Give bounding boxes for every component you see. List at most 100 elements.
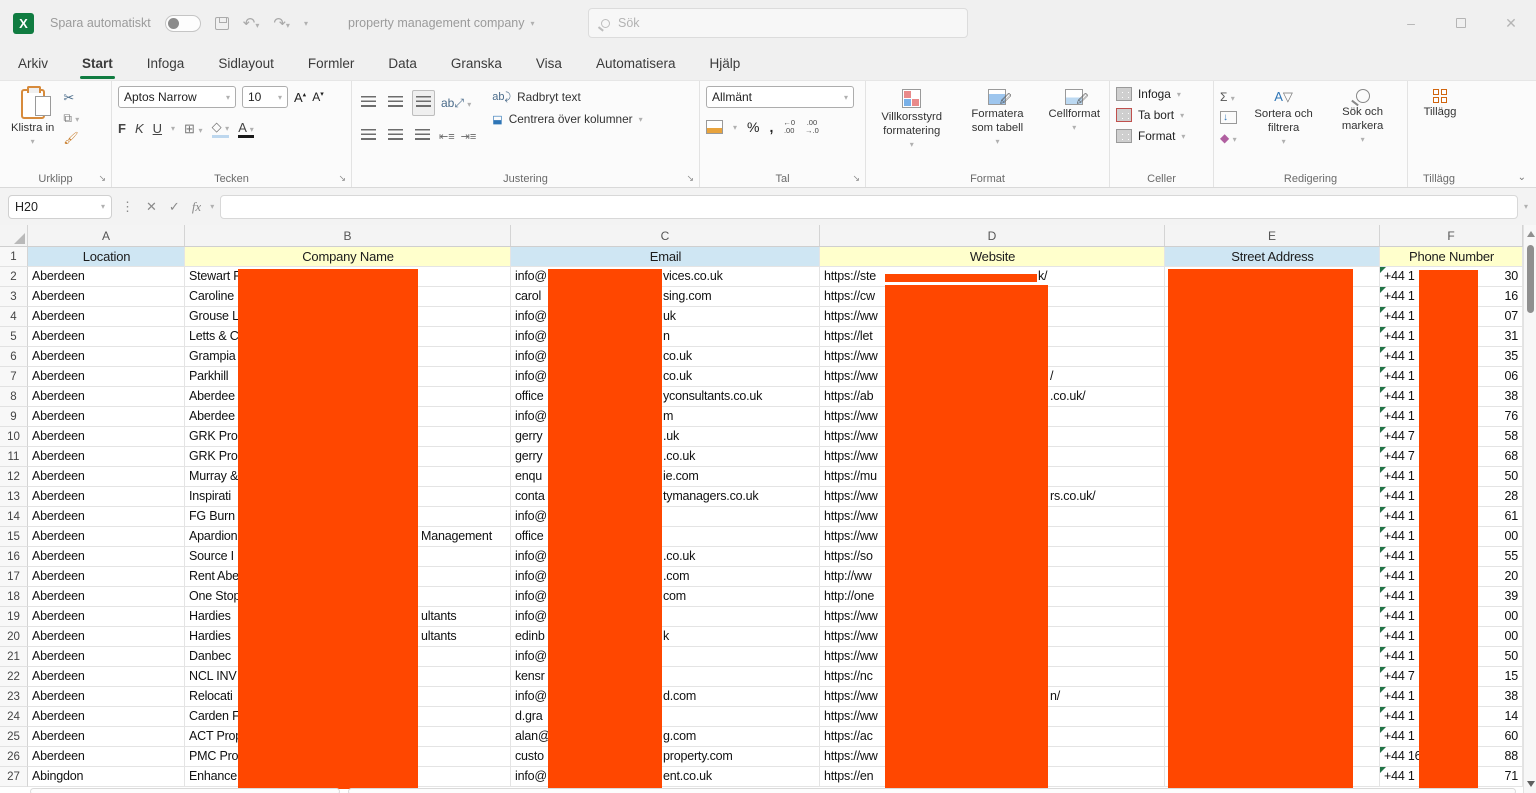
cell-A10[interactable]: Aberdeen xyxy=(28,427,185,447)
paste-button[interactable]: Klistra in▾ xyxy=(6,86,59,169)
row-header-20[interactable]: 20 xyxy=(0,627,28,647)
merge-center-button[interactable]: ⬓ Centrera över kolumner▾ xyxy=(492,112,642,126)
column-header-A[interactable]: A xyxy=(28,225,185,246)
align-center-icon[interactable] xyxy=(385,124,406,148)
tab-hjälp[interactable]: Hjälp xyxy=(708,50,743,77)
row-header-7[interactable]: 7 xyxy=(0,367,28,387)
row-header-4[interactable]: 4 xyxy=(0,307,28,327)
save-icon[interactable] xyxy=(215,17,229,30)
cell-A25[interactable]: Aberdeen xyxy=(28,727,185,747)
format-painter-icon[interactable]: 🖌 xyxy=(63,131,79,145)
cell-A11[interactable]: Aberdeen xyxy=(28,447,185,467)
clear-icon[interactable]: ◆ ▾ xyxy=(1220,131,1237,145)
row-header-23[interactable]: 23 xyxy=(0,687,28,707)
tab-arkiv[interactable]: Arkiv xyxy=(16,50,50,77)
copy-icon[interactable]: ⧉ ▾ xyxy=(63,111,79,126)
name-box[interactable]: H20▾ xyxy=(8,195,112,219)
row-header-1[interactable]: 1 xyxy=(0,247,28,267)
autosave-toggle[interactable] xyxy=(165,15,201,32)
row-header-6[interactable]: 6 xyxy=(0,347,28,367)
select-all-corner[interactable] xyxy=(0,225,28,246)
formula-input[interactable] xyxy=(220,195,1518,219)
fill-icon[interactable]: ↓ xyxy=(1220,111,1237,124)
row-header-21[interactable]: 21 xyxy=(0,647,28,667)
align-top-icon[interactable] xyxy=(358,91,379,115)
minimize-button[interactable]: – xyxy=(1386,0,1436,46)
column-header-D[interactable]: D xyxy=(820,225,1165,246)
scroll-down-icon[interactable] xyxy=(1527,781,1535,787)
increase-indent-icon[interactable]: ⇥≡ xyxy=(461,130,477,143)
cell-A15[interactable]: Aberdeen xyxy=(28,527,185,547)
excel-app-icon[interactable]: X xyxy=(13,13,34,34)
cell-A14[interactable]: Aberdeen xyxy=(28,507,185,527)
namebox-splitter[interactable]: ⋮ xyxy=(118,199,137,215)
decrease-indent-icon[interactable]: ⇤≡ xyxy=(439,130,455,143)
cell-A3[interactable]: Aberdeen xyxy=(28,287,185,307)
column-header-F[interactable]: F xyxy=(1380,225,1523,246)
cell-D1[interactable]: Website xyxy=(820,247,1165,267)
tab-start[interactable]: Start xyxy=(80,50,115,77)
maximize-button[interactable] xyxy=(1436,0,1486,46)
align-left-icon[interactable] xyxy=(358,124,379,148)
row-header-11[interactable]: 11 xyxy=(0,447,28,467)
row-header-5[interactable]: 5 xyxy=(0,327,28,347)
comma-style-icon[interactable]: , xyxy=(769,119,773,135)
scroll-up-icon[interactable] xyxy=(1527,231,1535,237)
row-header-26[interactable]: 26 xyxy=(0,747,28,767)
vertical-scroll-thumb[interactable] xyxy=(1527,245,1534,313)
cell-A17[interactable]: Aberdeen xyxy=(28,567,185,587)
format-cells-button[interactable]: Format▾ xyxy=(1116,129,1209,143)
row-header-12[interactable]: 12 xyxy=(0,467,28,487)
cell-A16[interactable]: Aberdeen xyxy=(28,547,185,567)
row-header-3[interactable]: 3 xyxy=(0,287,28,307)
cell-A27[interactable]: Abingdon xyxy=(28,767,185,787)
find-select-button[interactable]: Sök och markera▾ xyxy=(1331,86,1395,169)
sort-filter-button[interactable]: A▽ Sortera och filtrera▾ xyxy=(1245,86,1323,169)
row-header-14[interactable]: 14 xyxy=(0,507,28,527)
horizontal-scrollbar[interactable] xyxy=(348,788,1516,793)
align-middle-icon[interactable] xyxy=(385,91,406,115)
redo-icon[interactable]: ↷▾ xyxy=(273,16,290,31)
alignment-dialog-launcher[interactable]: ↘ xyxy=(686,173,694,184)
delete-cells-button[interactable]: Ta bort▾ xyxy=(1116,108,1209,122)
column-header-B[interactable]: B xyxy=(185,225,511,246)
cell-A4[interactable]: Aberdeen xyxy=(28,307,185,327)
vertical-scrollbar[interactable] xyxy=(1523,225,1536,793)
tab-sidlayout[interactable]: Sidlayout xyxy=(216,50,276,77)
clipboard-dialog-launcher[interactable]: ↘ xyxy=(98,173,106,184)
cut-icon[interactable]: ✂ xyxy=(63,90,79,106)
close-button[interactable]: ✕ xyxy=(1486,0,1536,46)
autosum-icon[interactable]: Σ ▾ xyxy=(1220,90,1237,104)
orientation-icon[interactable]: ab⤢ ▾ xyxy=(441,96,471,111)
accounting-format-icon[interactable] xyxy=(706,120,723,134)
number-dialog-launcher[interactable]: ↘ xyxy=(852,173,860,184)
row-header-19[interactable]: 19 xyxy=(0,607,28,627)
percent-icon[interactable]: % xyxy=(747,119,759,135)
row-header-25[interactable]: 25 xyxy=(0,727,28,747)
undo-icon[interactable]: ↶▾ xyxy=(243,16,260,31)
cell-A8[interactable]: Aberdeen xyxy=(28,387,185,407)
row-header-9[interactable]: 9 xyxy=(0,407,28,427)
cell-A18[interactable]: Aberdeen xyxy=(28,587,185,607)
conditional-formatting-button[interactable]: Villkorsstyrd formatering▾ xyxy=(872,86,951,169)
qat-customize-icon[interactable]: ▾ xyxy=(304,19,308,28)
cell-A24[interactable]: Aberdeen xyxy=(28,707,185,727)
expand-formula-bar-icon[interactable]: ▾ xyxy=(1524,202,1528,211)
search-input[interactable]: Sök xyxy=(588,8,968,38)
cell-A23[interactable]: Aberdeen xyxy=(28,687,185,707)
cell-A2[interactable]: Aberdeen xyxy=(28,267,185,287)
wrap-text-button[interactable]: ab⤸ Radbryt text xyxy=(492,90,642,104)
cell-C1[interactable]: Email xyxy=(511,247,820,267)
fill-color-icon[interactable]: ◇ ▾ xyxy=(212,119,230,138)
row-header-16[interactable]: 16 xyxy=(0,547,28,567)
cell-A6[interactable]: Aberdeen xyxy=(28,347,185,367)
cell-A9[interactable]: Aberdeen xyxy=(28,407,185,427)
row-header-8[interactable]: 8 xyxy=(0,387,28,407)
cell-styles-button[interactable]: Cellformat▾ xyxy=(1044,86,1105,169)
cell-A13[interactable]: Aberdeen xyxy=(28,487,185,507)
row-header-13[interactable]: 13 xyxy=(0,487,28,507)
cell-A1[interactable]: Location xyxy=(28,247,185,267)
row-header-2[interactable]: 2 xyxy=(0,267,28,287)
shrink-font-icon[interactable]: A▾ xyxy=(312,90,324,104)
font-size-select[interactable]: 10▾ xyxy=(242,86,288,108)
